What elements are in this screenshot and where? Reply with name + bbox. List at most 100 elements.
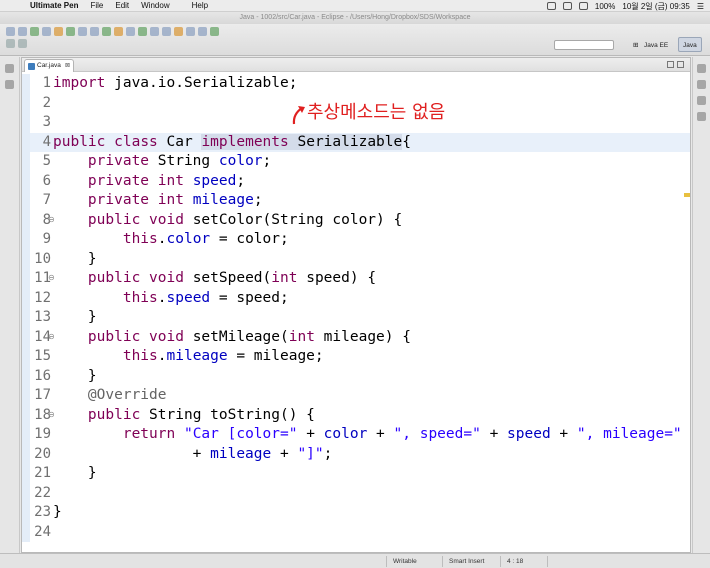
line-number: 23 (34, 504, 51, 520)
line-number: 13 (34, 309, 51, 325)
code-area[interactable]: 1 import java.io.Serializable; 2 3 4 public c… (22, 72, 690, 554)
code-line[interactable]: 19 return "Car [color=" + color + ", spe… (22, 425, 690, 445)
toggle-mark-icon[interactable] (150, 27, 159, 36)
perspective-java-ee[interactable]: Java EE (639, 37, 673, 52)
overview-ruler-marker[interactable] (684, 193, 690, 197)
search-icon[interactable] (126, 27, 135, 36)
code-line[interactable]: 1 import java.io.Serializable; (22, 74, 690, 94)
code-line[interactable]: 9 this.color = color; (22, 230, 690, 250)
code-line[interactable]: 23} (22, 503, 690, 523)
code-text: + mileage + "]"; (53, 445, 333, 462)
code-text: private int speed; (87, 172, 246, 189)
menu-file[interactable]: File (90, 1, 103, 10)
code-line[interactable]: 24 (22, 522, 690, 542)
prev-annotation-icon[interactable] (174, 27, 183, 36)
back-icon[interactable] (198, 27, 207, 36)
close-tab-icon[interactable]: ⊠ (65, 60, 70, 72)
outline-icon[interactable] (697, 80, 706, 89)
menu-app-name[interactable]: Ultimate Pen (30, 1, 78, 10)
java-file-icon (28, 63, 35, 70)
code-line[interactable]: 6 private int speed; (22, 171, 690, 191)
new-icon[interactable] (6, 27, 15, 36)
maximize-icon[interactable] (677, 61, 684, 68)
external-tools-icon[interactable] (66, 27, 75, 36)
open-perspective-icon[interactable] (18, 39, 27, 48)
new-class-icon[interactable] (102, 27, 111, 36)
code-line[interactable]: 15 this.mileage = mileage; (22, 347, 690, 367)
code-text: return "Car [color=" + color + ", speed=… (122, 426, 682, 442)
code-line[interactable]: 16 } (22, 366, 690, 386)
code-line[interactable]: 21 } (22, 464, 690, 484)
forward-icon[interactable] (210, 27, 219, 36)
code-line[interactable]: 7 private int mileage; (22, 191, 690, 211)
minimize-icon[interactable] (667, 61, 674, 68)
tab-label: Car.java (37, 62, 61, 69)
perspective-java[interactable]: Java (678, 37, 702, 52)
new-package-icon[interactable] (90, 27, 99, 36)
code-text: this.mileage = mileage; (122, 348, 324, 364)
code-line[interactable]: 10 } (22, 249, 690, 269)
toolbar-icons-row (6, 27, 222, 36)
new-java-project-icon[interactable] (78, 27, 87, 36)
problems-icon[interactable] (697, 112, 706, 121)
line-number: 22 (34, 484, 51, 501)
code-text: import java.io.Serializable; (53, 75, 298, 91)
line-number: 4 (42, 133, 51, 150)
dropbox-icon[interactable] (562, 2, 572, 10)
code-text: public void setSpeed(int speed) { (87, 270, 377, 286)
code-line[interactable]: 12 this.speed = speed; (22, 288, 690, 308)
next-annotation-icon[interactable] (162, 27, 171, 36)
line-number: 5 (42, 153, 51, 169)
code-text: public String toString() { (87, 406, 315, 423)
line-number: 1 (42, 75, 51, 91)
task-list-icon[interactable] (697, 96, 706, 105)
code-line[interactable]: 13 } (22, 308, 690, 328)
battery-percentage[interactable]: 100% (595, 2, 615, 11)
code-line[interactable]: 5 private String color; (22, 152, 690, 172)
debug-icon[interactable] (42, 27, 51, 36)
code-text: } (53, 465, 97, 481)
code-line[interactable]: 20 + mileage + "]"; (22, 444, 690, 464)
restore-icon[interactable] (697, 64, 706, 73)
handwritten-annotation: 추상메소드는 없음 (307, 102, 446, 123)
wifi-icon[interactable] (578, 2, 588, 10)
line-number: 6 (42, 172, 51, 189)
open-type-icon[interactable] (114, 27, 123, 36)
run-icon[interactable] (54, 27, 63, 36)
restore-package-explorer-icon[interactable] (5, 64, 14, 73)
status-bar: Writable Smart Insert 4 : 18 (0, 553, 710, 568)
code-line[interactable]: 14 ⊖ public void setMileage(int mileage) … (22, 327, 690, 347)
code-text: } (53, 309, 97, 325)
print-icon[interactable] (30, 27, 39, 36)
line-number: 20 (34, 445, 51, 462)
notification-center-icon[interactable]: ☰ (697, 2, 704, 11)
menu-help[interactable]: Help (192, 1, 208, 10)
menu-window[interactable]: Window (141, 1, 169, 10)
open-task-icon[interactable] (138, 27, 147, 36)
code-text: } (53, 504, 62, 520)
line-number: 3 (42, 114, 51, 130)
new-wizard-icon[interactable] (6, 39, 15, 48)
save-icon[interactable] (18, 27, 27, 36)
code-line[interactable]: 11 ⊖ public void setSpeed(int speed) { (22, 269, 690, 289)
code-line[interactable]: 17 @Override (22, 386, 690, 406)
code-line[interactable]: 18 ⊖ public String toString() { (22, 405, 690, 425)
annotation-arrow-icon (292, 106, 305, 125)
clock[interactable]: 10월 2일 (금) 09:35 (622, 1, 689, 12)
code-line[interactable]: 4 public class Car implements Serializabl… (22, 132, 690, 152)
editor-tab-bar: Car.java ⊠ (22, 58, 690, 72)
line-number: 16 (34, 367, 51, 384)
tray-app-icon[interactable] (546, 2, 556, 10)
code-line[interactable]: 22 (22, 483, 690, 503)
menu-edit[interactable]: Edit (115, 1, 129, 10)
line-number: 2 (42, 94, 51, 111)
java-editor: Car.java ⊠ 1 import java.io.Serializable;… (21, 57, 691, 553)
package-explorer-icon[interactable] (5, 80, 14, 89)
code-text: this.speed = speed; (122, 289, 289, 306)
last-edit-icon[interactable] (186, 27, 195, 36)
code-line[interactable]: 8 ⊖ public void setColor(String color) { (22, 210, 690, 230)
tab-car-java[interactable]: Car.java ⊠ (24, 59, 74, 72)
status-insert-mode: Smart Insert (442, 556, 500, 567)
window-title: Java - 1002/src/Car.java - Eclipse - /Us… (0, 12, 710, 24)
quick-access-input[interactable] (554, 40, 614, 50)
